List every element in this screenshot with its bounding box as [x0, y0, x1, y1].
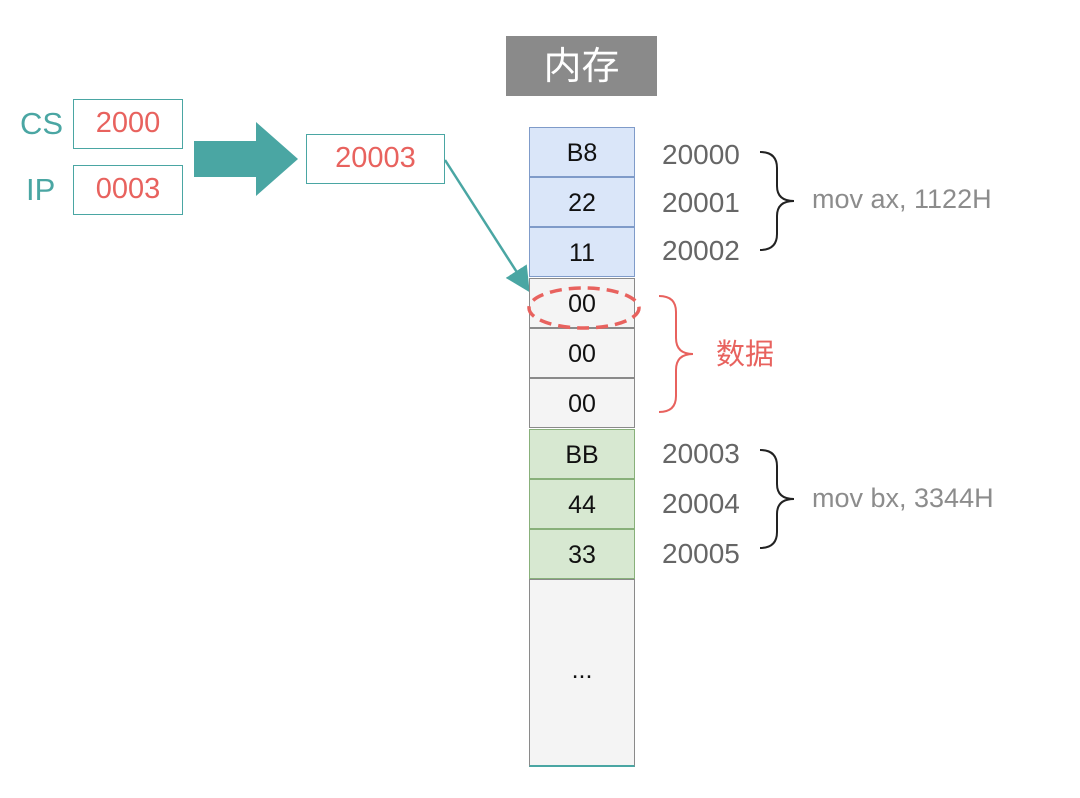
memory-cell: 44 [529, 479, 635, 529]
memory-cell-ellipsis: ... [529, 579, 635, 767]
brace-instruction-1-icon [759, 151, 795, 251]
brace-data-icon [658, 295, 694, 413]
big-arrow-icon [194, 122, 298, 196]
address-label: 20005 [662, 538, 740, 569]
computed-address-box: 20003 [306, 134, 445, 184]
memory-cell: BB [529, 429, 635, 479]
memory-cell: 00 [529, 378, 635, 428]
address-label: 20001 [662, 187, 740, 218]
instruction-label: mov ax, 1122H [812, 184, 992, 214]
memory-cell: 11 [529, 227, 635, 277]
memory-cell: 33 [529, 529, 635, 579]
memory-cell: 00 [529, 328, 635, 378]
address-label: 20003 [662, 438, 740, 469]
pointer-arrow-icon [443, 159, 530, 293]
address-label: 20000 [662, 139, 740, 170]
brace-instruction-2-icon [759, 449, 795, 549]
data-group-label: 数据 [716, 337, 775, 371]
memory-column: B8 22 11 00 00 00 BB 44 33 ... [529, 127, 635, 767]
memory-cell: 00 [529, 278, 635, 328]
instruction-label: mov bx, 3344H [812, 483, 994, 513]
memory-cell: B8 [529, 127, 635, 177]
memory-cell: 22 [529, 177, 635, 227]
address-label: 20004 [662, 488, 740, 519]
address-label: 20002 [662, 235, 740, 266]
